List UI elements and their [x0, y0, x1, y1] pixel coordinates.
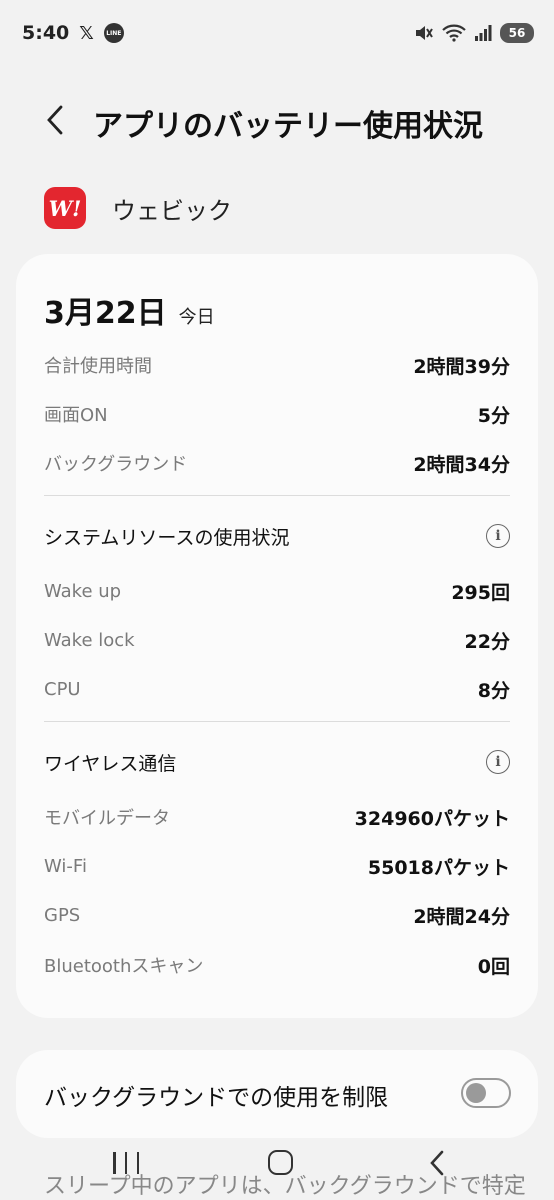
row-label: Wake up [44, 580, 122, 602]
usage-date: 3月22日 [44, 296, 167, 331]
row-value: 2時間39分 [413, 355, 510, 378]
wifi-icon [442, 24, 466, 42]
resource-row-wake-up: Wake up 295回 [44, 576, 510, 606]
page-title: アプリのバッテリー使用状況 [93, 109, 483, 144]
row-label: バックグラウンド [44, 454, 188, 475]
wireless-row-bluetooth: Bluetoothスキャン 0回 [44, 950, 510, 980]
row-value: 5分 [477, 404, 510, 427]
app-name: ウェビック [112, 196, 232, 225]
recents-button-icon[interactable] [113, 1150, 139, 1176]
nav-back-icon[interactable] [424, 1148, 450, 1178]
battery-usage-card: 3月22日 今日 合計使用時間 2時間39分 画面ON 5分 バックグラウンド … [16, 254, 538, 1018]
row-value: 0回 [477, 955, 510, 978]
back-arrow-icon[interactable] [40, 103, 70, 137]
toggle-knob [466, 1082, 486, 1103]
row-label: CPU [44, 678, 81, 700]
status-bar: 5:40 𝕏 LINE 56 [0, 0, 554, 66]
row-label: 画面ON [44, 405, 108, 426]
row-label: 合計使用時間 [44, 356, 152, 377]
row-value: 295回 [451, 581, 510, 604]
status-right: 56 [414, 23, 534, 43]
row-value: 22分 [464, 630, 510, 653]
navigation-bar [0, 1140, 554, 1200]
usage-row-total: 合計使用時間 2時間39分 [44, 350, 510, 380]
today-label: 今日 [178, 307, 215, 328]
info-icon[interactable]: i [486, 750, 510, 774]
divider [44, 495, 510, 496]
row-label: Bluetoothスキャン [44, 956, 204, 977]
section-title: ワイヤレス通信 [44, 752, 177, 775]
row-label: Wi-Fi [44, 855, 87, 877]
resource-row-wake-lock: Wake lock 22分 [44, 625, 510, 655]
row-value: 2時間34分 [413, 453, 510, 476]
app-row: W! ウェビック [44, 187, 232, 229]
divider [44, 721, 510, 722]
row-label: モバイルデータ [44, 808, 170, 829]
usage-row-screen-on: 画面ON 5分 [44, 399, 510, 429]
row-value: 55018パケット [367, 856, 510, 879]
header: アプリのバッテリー使用状況 [0, 95, 554, 145]
battery-indicator: 56 [500, 23, 534, 43]
wireless-row-mobile-data: モバイルデータ 324960パケット [44, 802, 510, 832]
status-time: 5:40 [22, 22, 70, 44]
row-label: GPS [44, 904, 81, 926]
section-title: システムリソースの使用状況 [44, 526, 290, 549]
signal-icon [474, 25, 492, 41]
mute-icon [414, 24, 434, 42]
usage-row-background: バックグラウンド 2時間34分 [44, 448, 510, 478]
info-icon[interactable]: i [486, 524, 510, 548]
wireless-header: ワイヤレス通信 i [44, 746, 510, 778]
restrict-background-label: バックグラウンドでの使用を制限 [44, 1085, 389, 1111]
system-resources-header: システムリソースの使用状況 i [44, 520, 510, 552]
restrict-background-toggle[interactable] [461, 1078, 511, 1108]
wireless-row-wifi: Wi-Fi 55018パケット [44, 851, 510, 881]
home-button-icon[interactable] [268, 1150, 293, 1175]
row-value: 2時間24分 [413, 905, 510, 928]
row-value: 324960パケット [354, 807, 510, 830]
resource-row-cpu: CPU 8分 [44, 674, 510, 704]
date-row: 3月22日 今日 [44, 288, 215, 332]
restrict-background-card[interactable]: バックグラウンドでの使用を制限 [16, 1050, 538, 1138]
status-left: 5:40 𝕏 LINE [22, 22, 124, 44]
line-app-icon: LINE [103, 23, 124, 43]
x-logo-icon: 𝕏 [79, 22, 94, 44]
row-label: Wake lock [44, 629, 135, 651]
wireless-row-gps: GPS 2時間24分 [44, 900, 510, 930]
row-value: 8分 [477, 679, 510, 702]
app-icon: W! [44, 187, 86, 229]
